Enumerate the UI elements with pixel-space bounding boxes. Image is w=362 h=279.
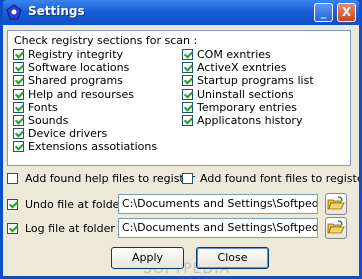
registry-section-checkbox[interactable] — [13, 88, 24, 100]
minimize-button[interactable]: _ — [314, 3, 333, 22]
registry-section-checkbox[interactable] — [182, 62, 193, 74]
registry-section-checkbox[interactable] — [13, 141, 24, 153]
registry-section-label: Device drivers — [28, 127, 108, 141]
registry-section-checkbox[interactable] — [182, 49, 193, 60]
add-font-files-option[interactable]: Add found font files to register — [182, 172, 362, 186]
app-icon — [6, 4, 22, 20]
registry-section-label: Uninstall sections — [197, 87, 294, 101]
registry-section-label: COM exntries — [197, 48, 271, 61]
open-folder-icon — [327, 220, 345, 234]
registry-section-checkbox[interactable] — [182, 101, 193, 113]
registry-section-checkbox[interactable] — [13, 49, 24, 60]
registry-section-label: Software locations — [28, 61, 130, 75]
apply-button[interactable]: Apply — [111, 247, 184, 269]
undo-folder-checkbox[interactable] — [7, 199, 18, 210]
registry-section-checkbox[interactable] — [13, 115, 24, 126]
add-help-files-option[interactable]: Add found help files to register — [7, 172, 195, 186]
registry-section-checkbox[interactable] — [13, 62, 24, 74]
registry-section-label: Shared programs — [28, 74, 123, 88]
window-title: Settings — [28, 4, 85, 18]
registry-section-label: Extensions assotiations — [28, 140, 158, 154]
registry-sections-label: Check registry sections for scan : — [14, 34, 198, 47]
registry-section-label: Help and resourses — [28, 87, 134, 101]
registry-section-checkbox[interactable] — [182, 115, 193, 126]
add-font-files-label: Add found font files to register — [200, 172, 362, 185]
log-folder-option[interactable]: Log file at folder — [7, 222, 117, 236]
registry-section-label: ActiveX exntries — [197, 61, 287, 75]
registry-section-checkbox[interactable] — [13, 128, 24, 140]
log-folder-label: Log file at folder — [25, 222, 115, 235]
undo-path-input[interactable]: C:\Documents and Settings\Softpedia\D — [118, 194, 318, 214]
client-area: Check registry sections for scan : Regis… — [3, 25, 362, 277]
log-browse-button[interactable] — [325, 217, 347, 239]
registry-section-checkbox[interactable] — [13, 75, 24, 87]
registry-sections-group: Check registry sections for scan : Regis… — [7, 30, 351, 166]
registry-section-label: Applicatons history — [197, 114, 303, 127]
undo-folder-option[interactable]: Undo file at folder — [7, 198, 124, 212]
registry-section-checkbox[interactable] — [182, 88, 193, 100]
add-font-files-checkbox[interactable] — [182, 173, 193, 184]
close-window-button[interactable]: X — [337, 3, 356, 22]
add-help-files-label: Add found help files to register — [25, 172, 196, 185]
registry-section-label: Fonts — [28, 100, 58, 114]
registry-section-checkbox[interactable] — [13, 101, 24, 113]
log-folder-checkbox[interactable] — [7, 223, 18, 234]
add-help-files-checkbox[interactable] — [7, 173, 18, 184]
title-bar[interactable]: Settings _ X — [0, 0, 362, 25]
registry-section-label: Startup programs list — [197, 74, 314, 88]
registry-section-label: Registry integrity — [28, 48, 124, 61]
settings-window: Settings _ X Check registry sections for… — [0, 0, 362, 279]
close-button[interactable]: Close — [196, 247, 269, 269]
registry-section-label: Temporary entries — [197, 100, 297, 114]
undo-browse-button[interactable] — [325, 193, 347, 215]
registry-section-label: Sounds — [28, 114, 69, 127]
undo-folder-label: Undo file at folder — [25, 198, 124, 211]
registry-section-checkbox[interactable] — [182, 75, 193, 87]
log-path-input[interactable]: C:\Documents and Settings\Softpedia\D — [118, 218, 318, 238]
open-folder-icon — [327, 196, 345, 210]
